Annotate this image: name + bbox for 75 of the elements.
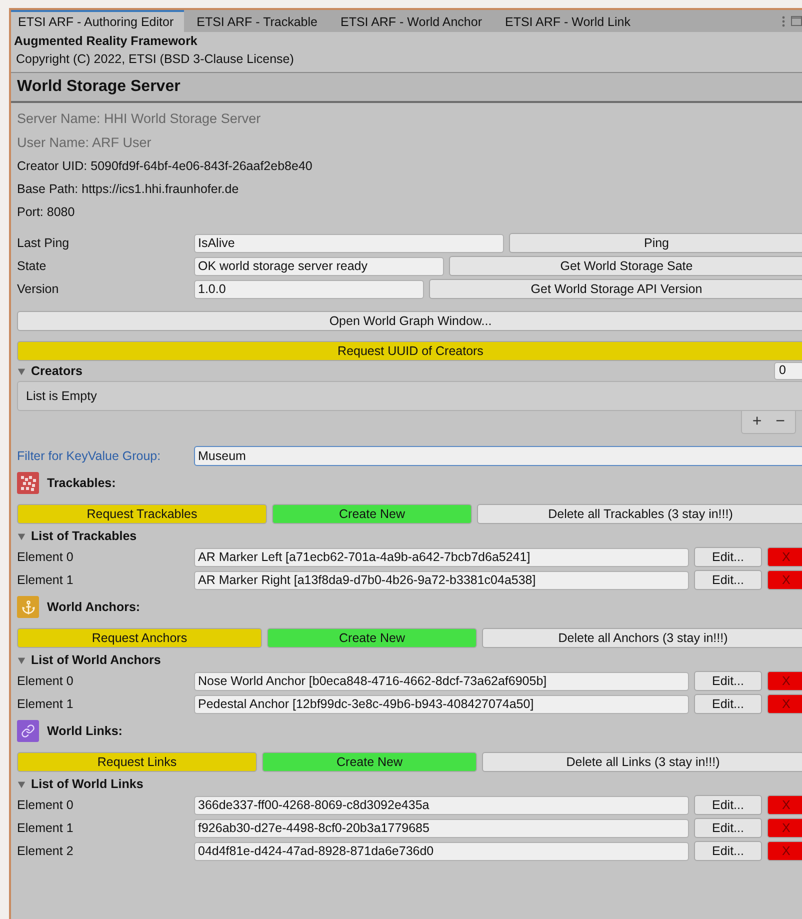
edit-button[interactable]: Edit... <box>694 570 762 590</box>
edit-button[interactable]: Edit... <box>694 795 762 815</box>
editor-tab[interactable]: ETSI ARF - Trackable <box>190 10 328 32</box>
anchor-icon <box>17 596 39 618</box>
maximize-icon[interactable] <box>791 16 802 26</box>
field-label: State <box>17 259 48 273</box>
field-label: Version <box>17 282 60 296</box>
server-info-text: Port: 8080 <box>17 205 76 219</box>
element-field[interactable]: f926ab30-d27e-4498-8cf0-20b3a1779685 <box>194 818 689 838</box>
section-title: World Storage Server <box>11 72 802 103</box>
field-label: Last Ping <box>17 236 70 250</box>
server-info-text: Server Name: HHI World Storage Server <box>17 111 262 126</box>
link-icon <box>17 720 39 742</box>
edit-button[interactable]: Edit... <box>694 841 762 861</box>
group-title: World Anchors: <box>47 600 140 614</box>
element-label: Element 1 <box>17 697 74 711</box>
app-title: Augmented Reality Framework <box>14 34 198 48</box>
server-info-text: Base Path: https://ics1.hhi.fraunhofer.de <box>17 182 240 196</box>
request-button[interactable]: Request Links <box>17 752 257 772</box>
list-foldout[interactable]: List of World Anchors <box>31 653 161 667</box>
empty-list-text: List is Empty <box>17 381 802 411</box>
list-foldout[interactable]: List of World Links <box>31 777 144 791</box>
server-info-text: Creator UID: 5090fd9f-64bf-4e06-843f-26aaf2eb8e40 <box>17 159 314 173</box>
group-title: Trackables: <box>47 476 116 490</box>
element-label: Element 1 <box>17 821 74 835</box>
edit-button[interactable]: Edit... <box>694 671 762 691</box>
foldout-arrow-icon[interactable] <box>17 780 26 788</box>
request-creators-button[interactable]: Request UUID of Creators <box>17 341 802 361</box>
element-field[interactable]: 366de337-ff00-4268-8069-c8d3092e435a <box>194 796 689 814</box>
editor-tab[interactable]: ETSI ARF - World Anchor <box>334 10 492 32</box>
value-field[interactable]: 1.0.0 <box>194 280 424 298</box>
delete-all-button[interactable]: Delete all Links (3 stay in!!!) <box>482 752 802 772</box>
delete-all-button[interactable]: Delete all Trackables (3 stay in!!!) <box>477 504 802 524</box>
element-field[interactable]: AR Marker Left [a71ecb62-701a-4a9b-a642-7bcb7d6a5241] <box>194 548 689 566</box>
count-field[interactable]: 0 <box>774 362 802 380</box>
editor-tab[interactable]: ETSI ARF - Authoring Editor <box>11 10 184 32</box>
create-button[interactable]: Create New <box>272 504 472 524</box>
filter-label: Filter for KeyValue Group: <box>17 449 162 463</box>
create-button[interactable]: Create New <box>262 752 477 772</box>
editor-tab[interactable]: ETSI ARF - World Link <box>498 10 640 32</box>
element-label: Element 0 <box>17 674 74 688</box>
list-foldout[interactable]: List of Trackables <box>31 529 137 543</box>
edit-button[interactable]: Edit... <box>694 547 762 567</box>
edit-button[interactable]: Edit... <box>694 818 762 838</box>
creators-foldout[interactable]: Creators <box>31 364 82 378</box>
request-button[interactable]: Request Anchors <box>17 628 262 648</box>
element-label: Element 0 <box>17 550 74 564</box>
element-field[interactable]: Nose World Anchor [b0eca848-4716-4662-8dcf-73a62af6905b] <box>194 672 689 690</box>
remove-button[interactable]: − <box>772 413 789 431</box>
element-field[interactable]: Pedestal Anchor [12bf99dc-3e8c-49b6-b943-408427074a50] <box>194 694 689 714</box>
action-button[interactable]: Ping <box>509 233 802 253</box>
foldout-arrow-icon[interactable] <box>17 656 26 664</box>
group-title: World Links: <box>47 724 122 738</box>
element-field[interactable]: AR Marker Right [a13f8da9-d7b0-4b26-9a72-b3381c04a538] <box>194 570 689 590</box>
copyright-text: Copyright (C) 2022, ETSI (BSD 3-Clause License) <box>15 52 295 66</box>
element-label: Element 0 <box>17 798 74 812</box>
create-button[interactable]: Create New <box>267 628 477 648</box>
server-info-text: User Name: ARF User <box>17 135 152 150</box>
foldout-arrow-icon[interactable] <box>17 366 26 376</box>
element-label: Element 1 <box>17 573 74 587</box>
delete-all-button[interactable]: Delete all Anchors (3 stay in!!!) <box>482 628 802 648</box>
add-button[interactable]: + <box>748 413 766 431</box>
foldout-arrow-icon[interactable] <box>17 532 26 540</box>
open-graph-button[interactable]: Open World Graph Window... <box>17 311 802 331</box>
action-button[interactable]: Get World Storage Sate <box>449 256 802 276</box>
request-button[interactable]: Request Trackables <box>17 504 267 524</box>
element-field[interactable]: 04d4f81e-d424-47ad-8928-871da6e736d0 <box>194 842 689 860</box>
value-field[interactable]: OK world storage server ready <box>194 256 444 276</box>
marker-pattern-icon <box>17 472 39 494</box>
more-icon[interactable] <box>782 16 785 26</box>
action-button[interactable]: Get World Storage API Version <box>429 279 802 299</box>
element-label: Element 2 <box>17 844 74 858</box>
filter-field[interactable]: Museum <box>194 446 802 466</box>
edit-button[interactable]: Edit... <box>694 694 762 714</box>
value-field[interactable]: IsAlive <box>194 234 504 252</box>
